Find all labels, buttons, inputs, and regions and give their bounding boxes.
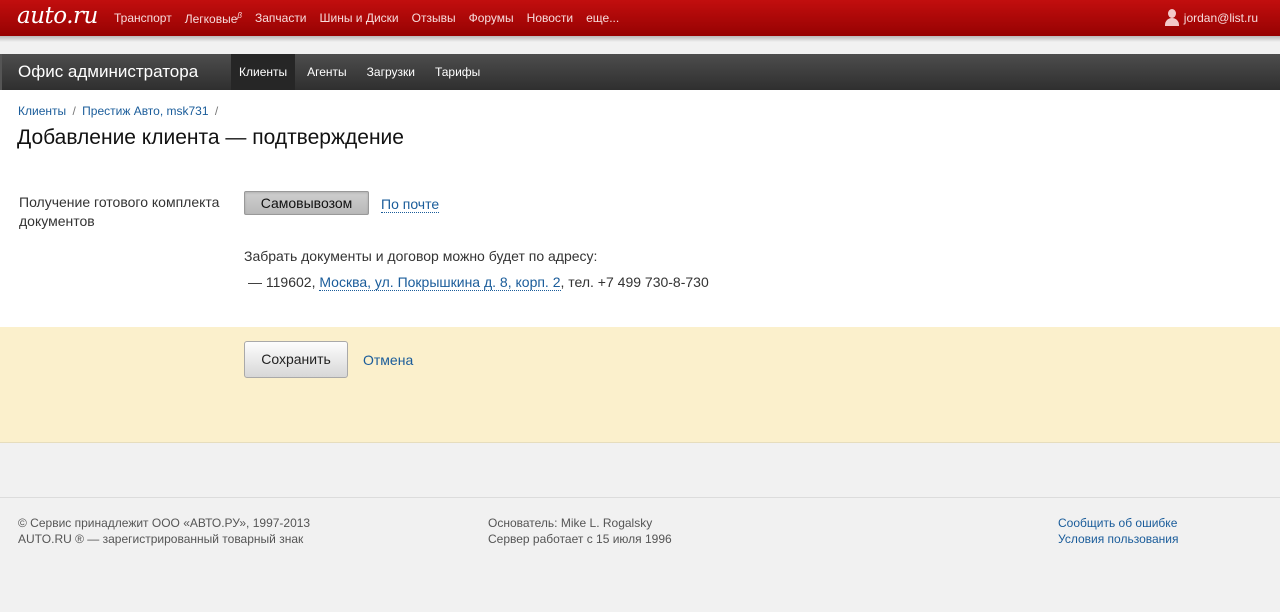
pickup-info-text: Забрать документы и договор можно будет … — [244, 248, 598, 264]
footer-links: Сообщить об ошибке Условия пользования — [1058, 515, 1179, 547]
beta-badge: β — [237, 11, 242, 20]
tab-agents[interactable]: Агенты — [299, 54, 355, 90]
user-menu[interactable]: jordan@list.ru — [1164, 9, 1258, 26]
post-option-link[interactable]: По почте — [381, 196, 440, 213]
delivery-field-label: Получение готового комплекта документов — [19, 194, 220, 229]
breadcrumb-separator: / — [72, 104, 76, 118]
address-prefix: — 119602, — [248, 274, 316, 290]
nav-cars[interactable]: Легковыеβ — [185, 11, 242, 26]
nav-cars-label: Легковые — [184, 12, 238, 26]
terms-link[interactable]: Условия пользования — [1058, 532, 1179, 546]
nav-more[interactable]: еще... — [586, 11, 619, 26]
admin-title[interactable]: Офис администратора — [18, 62, 198, 82]
top-nav: Транспорт Легковыеβ Запчасти Шины и Диск… — [114, 11, 632, 26]
footer-copyright: © Сервис принадлежит ООО «АВТО.РУ», 1997… — [18, 515, 310, 547]
address-phone: , тел. +7 499 730-8-730 — [560, 274, 709, 290]
footer-server-line: Сервер работает с 15 июля 1996 — [488, 532, 672, 546]
top-navbar: auto.ru Транспорт Легковыеβ Запчасти Шин… — [0, 0, 1280, 36]
footer-founder: Основатель: Mike L. Rogalsky Сервер рабо… — [488, 515, 672, 547]
nav-tires[interactable]: Шины и Диски — [320, 11, 399, 26]
form-actions: Сохранить Отмена — [0, 327, 1280, 443]
user-email[interactable]: jordan@list.ru — [1184, 11, 1258, 25]
footer-divider — [0, 497, 1280, 498]
topbar-shadow — [0, 36, 1280, 42]
footer-founder-line: Основатель: Mike L. Rogalsky — [488, 516, 653, 530]
admin-tabs: Клиенты Агенты Загрузки Тарифы — [231, 54, 488, 90]
user-icon — [1164, 9, 1180, 26]
page-title: Добавление клиента — подтверждение — [17, 126, 404, 149]
breadcrumb-clients[interactable]: Клиенты — [18, 104, 66, 118]
breadcrumb-separator: / — [214, 104, 219, 118]
breadcrumb: Клиенты / Престиж Авто, msk731 / — [18, 104, 221, 118]
nav-parts[interactable]: Запчасти — [255, 11, 307, 26]
tab-uploads[interactable]: Загрузки — [359, 54, 423, 90]
main-content: Клиенты / Престиж Авто, msk731 / Добавле… — [0, 90, 1280, 327]
nav-reviews[interactable]: Отзывы — [412, 11, 456, 26]
admin-bar: Офис администратора Клиенты Агенты Загру… — [0, 54, 1280, 90]
tab-tariffs[interactable]: Тарифы — [427, 54, 488, 90]
save-button[interactable]: Сохранить — [244, 341, 348, 378]
footer-trademark-line: AUTO.RU ® — зарегистрированный товарный … — [18, 532, 304, 546]
nav-forums[interactable]: Форумы — [469, 11, 514, 26]
nav-news[interactable]: Новости — [527, 11, 573, 26]
site-logo[interactable]: auto.ru — [17, 3, 98, 29]
footer-copyright-line: © Сервис принадлежит ООО «АВТО.РУ», 1997… — [18, 516, 311, 530]
cancel-link[interactable]: Отмена — [363, 352, 413, 368]
tab-clients[interactable]: Клиенты — [231, 54, 296, 90]
address-map-link[interactable]: Москва, ул. Покрышкина д. 8, корп. 2 — [319, 274, 561, 291]
pickup-option-button[interactable]: Самовывозом — [244, 191, 369, 215]
report-error-link[interactable]: Сообщить об ошибке — [1058, 516, 1177, 530]
nav-transport[interactable]: Транспорт — [114, 11, 172, 26]
breadcrumb-client[interactable]: Престиж Авто, msk731 — [82, 104, 208, 118]
pickup-address: — 119602, Москва, ул. Покрышкина д. 8, к… — [248, 274, 709, 291]
